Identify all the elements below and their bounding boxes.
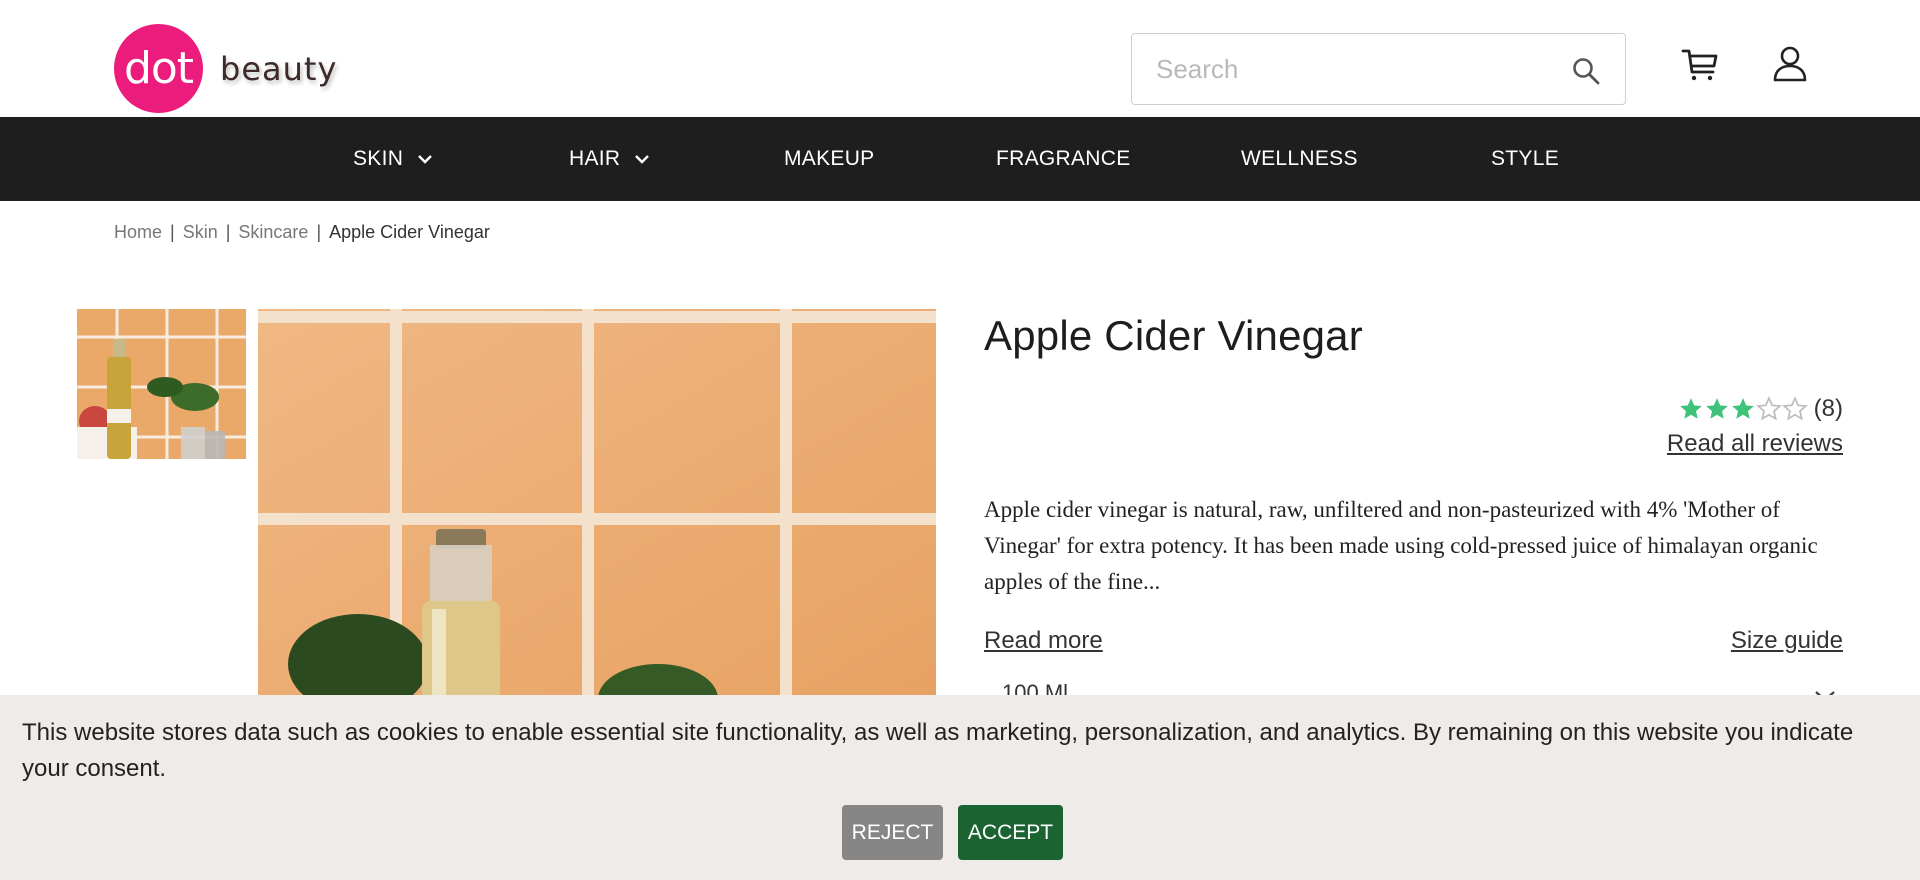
review-count: (8) (1813, 395, 1843, 422)
search-icon (1573, 58, 1600, 85)
search-button[interactable] (1569, 54, 1603, 88)
reject-cookies-button[interactable]: REJECT (842, 805, 943, 860)
logo[interactable]: dot beauty (114, 24, 337, 113)
nav-item-label: MAKEUP (784, 147, 875, 170)
main-image (258, 309, 936, 709)
breadcrumb-separator: | (170, 222, 175, 242)
thumbnail-image (77, 309, 246, 459)
accept-cookies-button[interactable]: ACCEPT (958, 805, 1063, 860)
chevron-down-icon (634, 153, 650, 165)
star-empty-icon (1755, 396, 1782, 421)
product-title: Apple Cider Vinegar (984, 312, 1363, 359)
search-box (1131, 33, 1626, 105)
star-filled-icon (1731, 398, 1754, 419)
logo-mark: dot (114, 24, 203, 113)
nav-item-hair[interactable]: HAIR (569, 117, 650, 201)
product-thumbnail[interactable] (77, 309, 246, 459)
product-description: Apple cider vinegar is natural, raw, unf… (984, 497, 1818, 594)
nav-item-makeup[interactable]: MAKEUP (784, 117, 875, 201)
cookie-message: This website stores data such as cookies… (22, 719, 1854, 782)
main-nav: SKIN HAIR MAKEUP FRAGRANCE WELLNESS STYL… (0, 117, 1920, 201)
user-icon (1773, 46, 1807, 82)
cart-button[interactable] (1680, 44, 1720, 84)
read-more-link[interactable]: Read more (984, 627, 1103, 655)
site-header: dot beauty (0, 0, 1920, 117)
star-filled-icon (1705, 398, 1728, 419)
read-all-reviews-link[interactable]: Read all reviews (1667, 430, 1843, 458)
nav-item-fragrance[interactable]: FRAGRANCE (996, 117, 1131, 201)
breadcrumb-link-skin[interactable]: Skin (183, 222, 218, 243)
product-main-image[interactable] (258, 309, 936, 709)
breadcrumb-separator: | (225, 222, 231, 242)
cookie-banner: This website stores data such as cookies… (0, 695, 1920, 880)
breadcrumb-separator: | (316, 222, 322, 242)
nav-item-label: SKIN (353, 147, 404, 170)
nav-item-label: HAIR (569, 147, 621, 170)
product-rating: (8) (1678, 395, 1843, 423)
nav-item-label: STYLE (1491, 147, 1560, 170)
breadcrumb-link-home[interactable]: Home (114, 222, 162, 243)
size-guide-link[interactable]: Size guide (1731, 627, 1843, 655)
logo-text: beauty (220, 49, 338, 88)
account-button[interactable] (1770, 44, 1810, 84)
nav-item-style[interactable]: STYLE (1491, 117, 1559, 201)
breadcrumb: Home | Skin | Skincare | Apple Cider Vin… (114, 222, 490, 243)
nav-item-label: WELLNESS (1241, 147, 1358, 170)
chevron-down-icon (417, 153, 433, 165)
rating-stars (1678, 396, 1808, 422)
search-input[interactable] (1132, 34, 1552, 104)
nav-item-skin[interactable]: SKIN (353, 117, 433, 201)
nav-item-wellness[interactable]: WELLNESS (1241, 117, 1358, 201)
nav-item-label: FRAGRANCE (996, 147, 1131, 170)
breadcrumb-current: Apple Cider Vinegar (329, 222, 490, 242)
breadcrumb-link-skincare[interactable]: Skincare (238, 222, 308, 243)
cart-icon (1681, 49, 1718, 81)
star-filled-icon (1679, 398, 1702, 419)
star-empty-icon (1781, 396, 1808, 421)
